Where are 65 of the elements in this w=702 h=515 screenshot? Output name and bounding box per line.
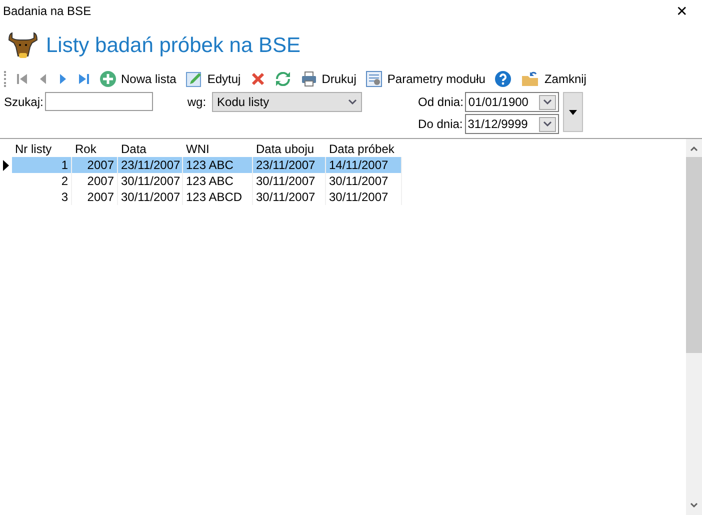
refresh-icon	[274, 72, 291, 86]
toolbar-button[interactable]: Nowa lista	[98, 69, 178, 89]
column-header[interactable]: WNI	[183, 141, 253, 157]
settings-icon	[366, 71, 382, 87]
search-by-label: wg:	[187, 95, 206, 109]
scroll-up-icon[interactable]	[690, 146, 698, 151]
table-cell: 30/11/2007	[118, 189, 183, 205]
date-dropdown-button[interactable]	[538, 116, 556, 132]
date-label: Do dnia:	[418, 117, 463, 131]
search-by-dropdown[interactable]: Kodu listy	[212, 92, 362, 112]
toolbar-button[interactable]: Edytuj	[184, 69, 243, 89]
table-cell: 2007	[72, 157, 118, 173]
chevron-down-icon	[542, 121, 552, 127]
first-record-icon	[16, 73, 28, 85]
table-cell: 14/11/2007	[326, 157, 402, 173]
table-cell: 123 ABCD	[183, 189, 253, 205]
table-cell: 2007	[72, 189, 118, 205]
search-label: Szukaj:	[4, 94, 44, 108]
search-field[interactable]	[45, 92, 154, 111]
column-header[interactable]: Data uboju	[253, 141, 326, 157]
date-range-button[interactable]	[563, 92, 584, 132]
column-header[interactable]: Data próbek	[326, 141, 402, 157]
window-title: Badania na BSE	[3, 4, 92, 18]
table-cell: 23/11/2007	[253, 157, 326, 173]
bull-head-icon	[8, 32, 38, 60]
table-cell: 30/11/2007	[118, 173, 183, 189]
scroll-down-icon[interactable]	[690, 503, 698, 508]
date-label: Od dnia:	[418, 95, 464, 109]
date-field[interactable]: 01/01/1900	[465, 92, 560, 112]
last-record-icon	[78, 73, 90, 85]
next-record-icon	[58, 73, 68, 85]
pencil-icon	[186, 71, 202, 87]
scrollbar-thumb[interactable]	[686, 157, 702, 353]
toolbar-button[interactable]: Parametry modułu	[364, 69, 488, 89]
current-row-icon	[3, 160, 9, 170]
chevron-down-icon	[348, 99, 358, 105]
folder-icon	[521, 71, 540, 87]
date-dropdown-button[interactable]	[539, 94, 556, 110]
close-button[interactable]: ✕	[672, 3, 692, 19]
column-header[interactable]: Nr listy	[12, 141, 72, 157]
table-cell: 30/11/2007	[253, 173, 326, 189]
table-cell: 2	[12, 173, 72, 189]
printer-icon	[300, 71, 317, 87]
page-title: Listy badań próbek na BSE	[46, 34, 301, 58]
toolbar-button[interactable]: Zamknij	[519, 69, 588, 89]
plus-icon	[100, 71, 116, 87]
column-header[interactable]: Rok	[72, 141, 118, 157]
table-cell: 30/11/2007	[326, 189, 402, 205]
column-header[interactable]: Data	[118, 141, 183, 157]
table-cell: 3	[12, 189, 72, 205]
chevron-down-icon	[543, 99, 552, 105]
table-cell: 2007	[72, 173, 118, 189]
table-cell: 30/11/2007	[253, 189, 326, 205]
table-cell: 30/11/2007	[326, 173, 402, 189]
table-cell: 123 ABC	[183, 173, 253, 189]
date-field[interactable]: 31/12/9999	[464, 114, 559, 134]
delete-icon	[250, 72, 265, 86]
table-cell: 1	[12, 157, 72, 173]
previous-record-icon	[38, 73, 48, 85]
caret-icon	[569, 110, 578, 114]
toolbar-button[interactable]: Drukuj	[298, 69, 358, 89]
table-cell: 23/11/2007	[118, 157, 183, 173]
toolbar-icon-button[interactable]	[493, 69, 514, 89]
table-cell: 123 ABC	[183, 157, 253, 173]
help-icon	[495, 71, 512, 87]
